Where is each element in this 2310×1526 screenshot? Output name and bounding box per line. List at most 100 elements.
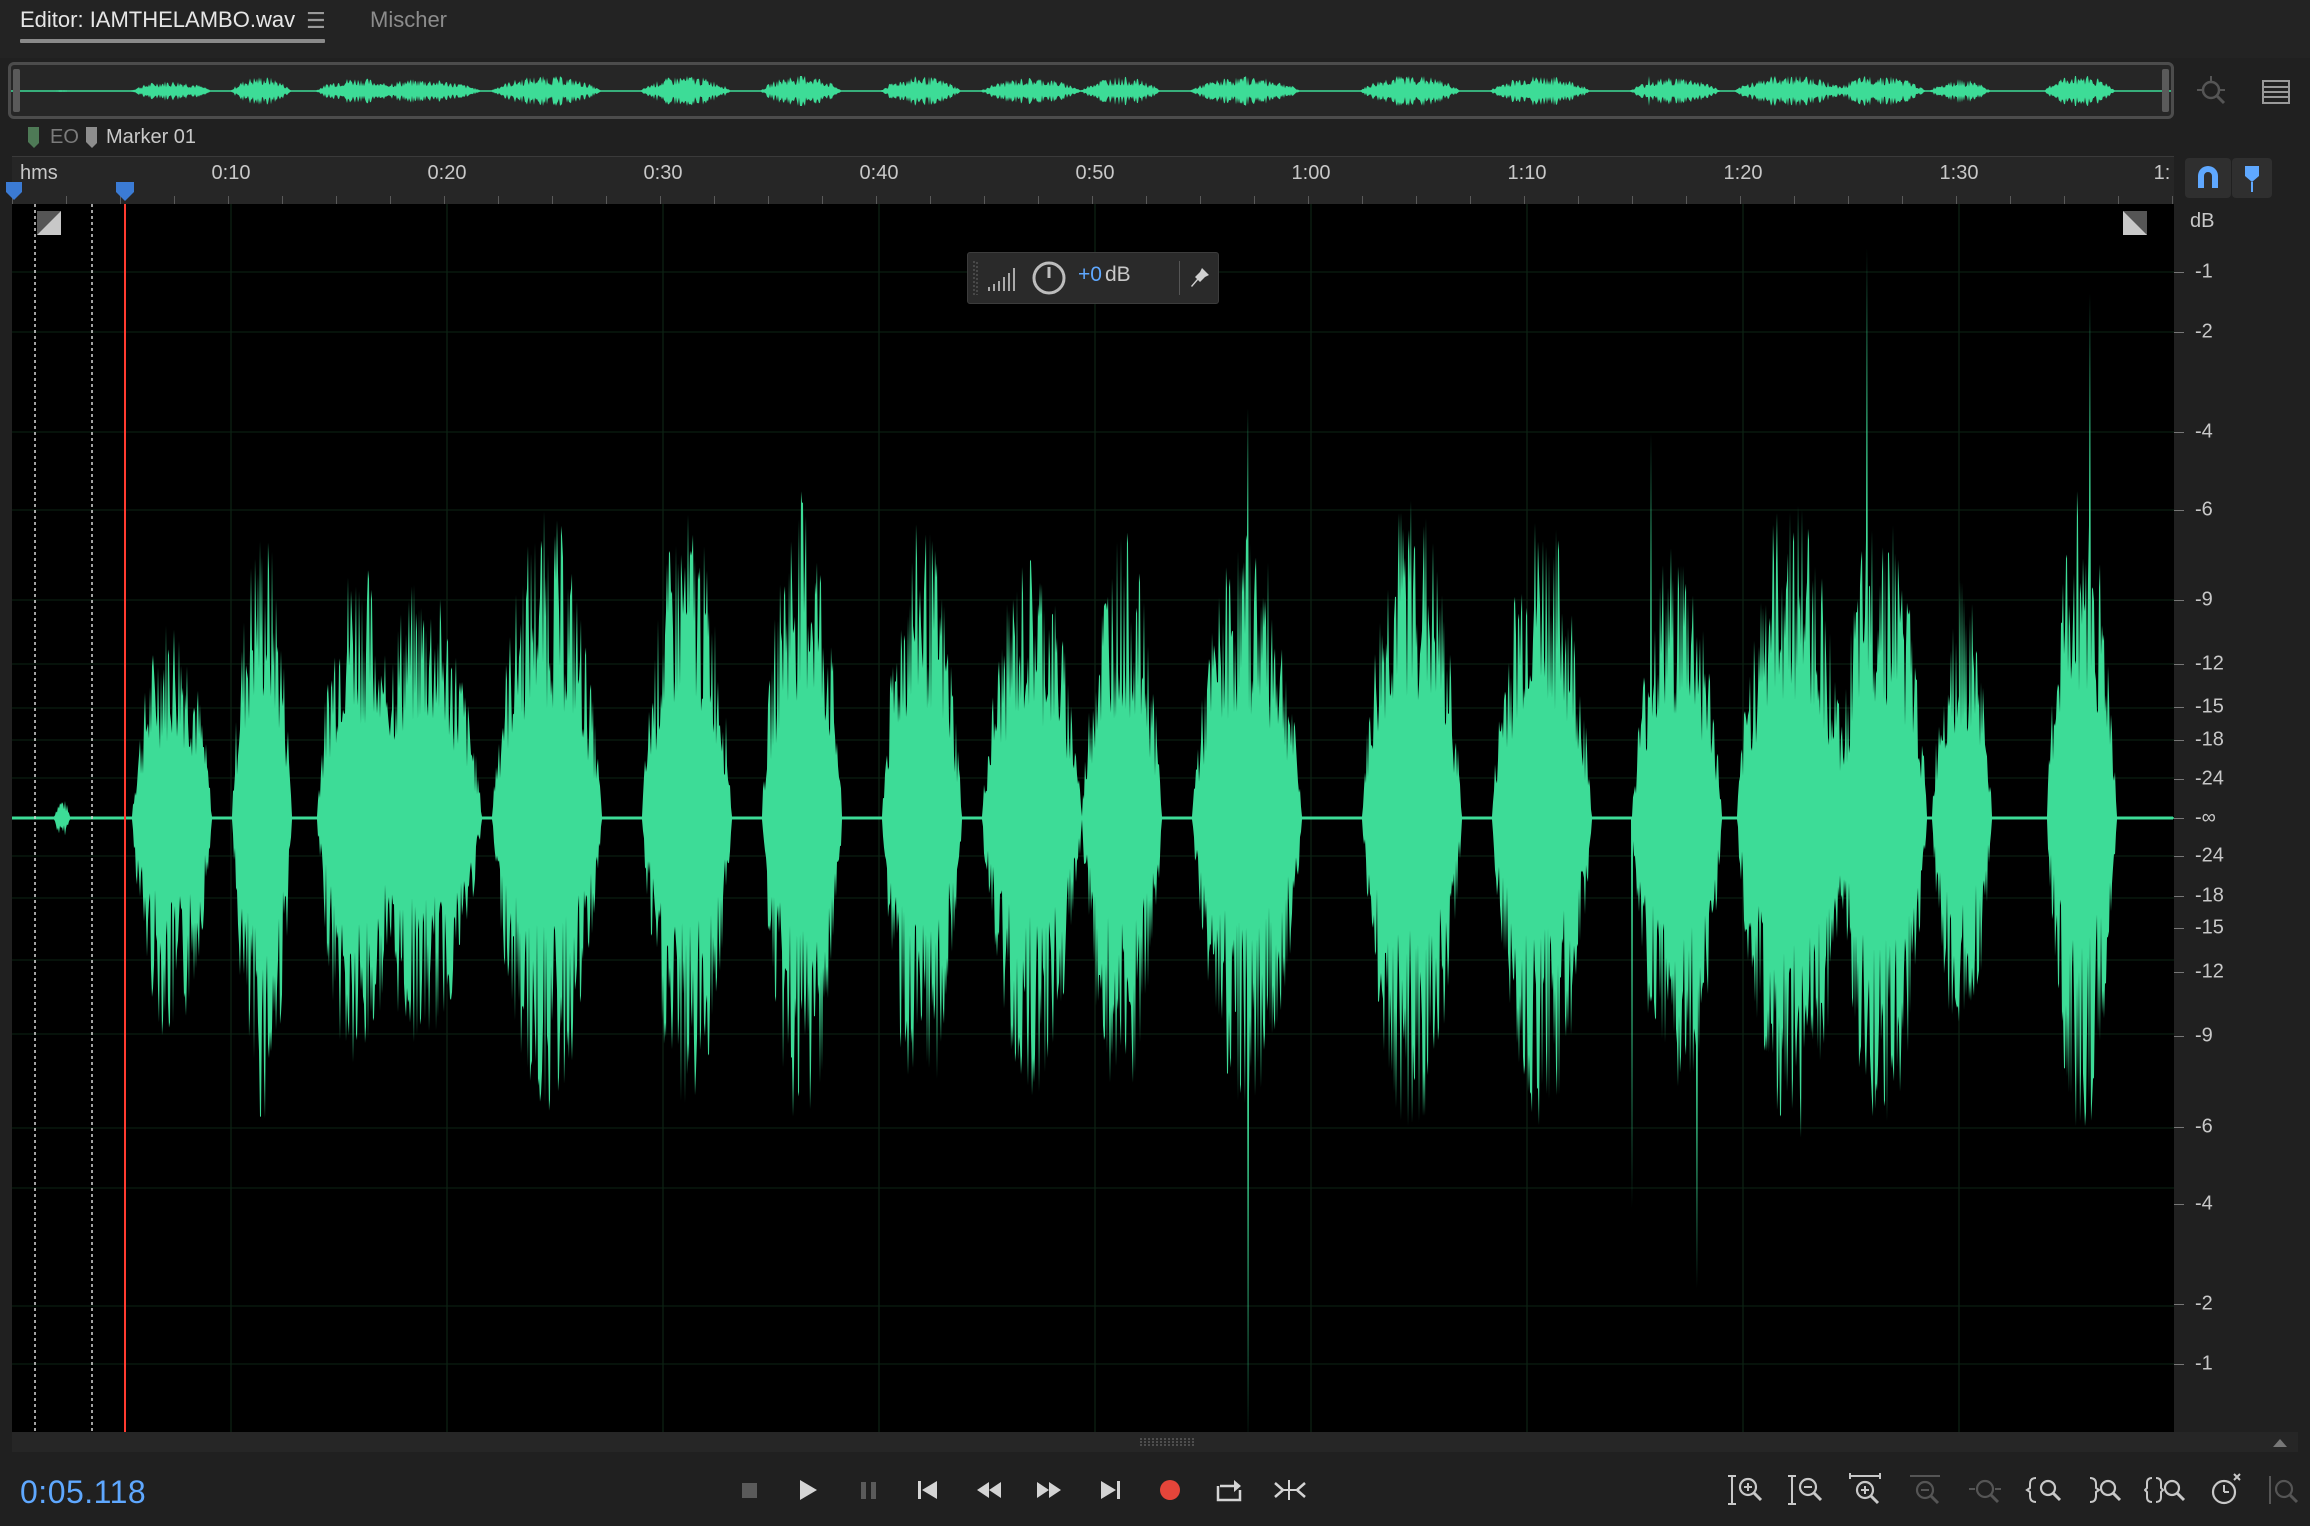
db-scale-tick bbox=[2174, 707, 2184, 708]
db-scale-tick bbox=[2174, 600, 2184, 601]
volume-hud[interactable]: +0 dB bbox=[967, 252, 1219, 304]
ruler-tick bbox=[282, 196, 283, 204]
waveform-display[interactable] bbox=[12, 204, 2174, 1432]
ruler-tick bbox=[2064, 196, 2065, 204]
ruler-tick bbox=[660, 196, 661, 204]
ruler-tick bbox=[1848, 196, 1849, 204]
volume-icon bbox=[988, 268, 1015, 291]
zoom-in-time-button[interactable] bbox=[1844, 1470, 1888, 1510]
playhead-handle-icon[interactable] bbox=[114, 180, 136, 202]
db-scale-tick bbox=[2174, 1364, 2184, 1365]
ruler-tick bbox=[930, 196, 931, 204]
db-scale-tick bbox=[2174, 1304, 2184, 1305]
zoom-out-time-button[interactable] bbox=[1904, 1470, 1948, 1510]
db-scale-label: -2 bbox=[2195, 320, 2213, 343]
db-scale-label: -24 bbox=[2195, 767, 2224, 790]
ruler-tick bbox=[552, 196, 553, 204]
hud-drag-grip-icon[interactable] bbox=[972, 261, 978, 295]
scroll-up-icon[interactable] bbox=[2270, 1434, 2290, 1450]
ruler-tick-label: 0:50 bbox=[1075, 162, 1115, 184]
ruler-tick bbox=[1254, 196, 1255, 204]
db-scale-tick bbox=[2174, 779, 2184, 780]
skip-to-start-button[interactable] bbox=[906, 1470, 952, 1510]
ruler-tick bbox=[336, 196, 337, 204]
volume-value[interactable]: +0 bbox=[1078, 263, 1102, 287]
ruler-tick bbox=[2010, 196, 2011, 204]
zoom-out-amplitude-button[interactable] bbox=[1784, 1470, 1828, 1510]
ruler-tick-label: 1:30 bbox=[1939, 162, 1979, 184]
overview-left-handle[interactable] bbox=[13, 69, 20, 112]
play-button[interactable] bbox=[785, 1470, 831, 1510]
scrollbar-grip-icon[interactable] bbox=[1140, 1436, 1194, 1448]
db-scale-label: -4 bbox=[2195, 1192, 2213, 1215]
snap-toggle-button[interactable] bbox=[2185, 158, 2231, 198]
waveform-canvas bbox=[12, 204, 2174, 1432]
waveform-overview[interactable] bbox=[8, 62, 2174, 119]
ruler-tick-label: 1: bbox=[2153, 162, 2171, 184]
db-scale-tick bbox=[2174, 856, 2184, 857]
pin-icon[interactable] bbox=[1188, 265, 1212, 291]
ruler-tick bbox=[2118, 196, 2119, 204]
ruler-tick bbox=[1146, 196, 1147, 204]
fast-forward-button[interactable] bbox=[1026, 1470, 1072, 1510]
db-scale-tick bbox=[2174, 972, 2184, 973]
db-scale-tick bbox=[2174, 332, 2184, 333]
loop-playback-button[interactable] bbox=[1206, 1470, 1252, 1510]
db-scale-label: -1 bbox=[2195, 1352, 2213, 1375]
record-button[interactable] bbox=[1147, 1470, 1193, 1510]
ruler-tick bbox=[1578, 196, 1579, 204]
marker-01-label[interactable]: Marker 01 bbox=[106, 126, 196, 149]
fade-out-handle-icon[interactable] bbox=[2122, 210, 2148, 236]
panel-menu-icon[interactable] bbox=[2255, 72, 2295, 112]
tab-mixer[interactable]: Mischer bbox=[370, 6, 447, 34]
ruler-units-label: hms bbox=[20, 162, 58, 184]
volume-knob[interactable] bbox=[1030, 259, 1068, 297]
zoom-reset-button[interactable] bbox=[2262, 1470, 2306, 1510]
ruler-tick bbox=[174, 196, 175, 204]
volume-unit: dB bbox=[1105, 263, 1131, 286]
marker-01-flag-icon[interactable] bbox=[86, 127, 97, 149]
selection-start-handle-icon[interactable] bbox=[4, 180, 24, 202]
current-time-display[interactable]: 0:05.118 bbox=[20, 1474, 146, 1511]
zoom-in-amplitude-button[interactable] bbox=[1724, 1470, 1768, 1510]
ruler-tick bbox=[768, 196, 769, 204]
db-scale-label: -15 bbox=[2195, 916, 2224, 939]
add-marker-button[interactable] bbox=[2232, 158, 2272, 198]
pause-button[interactable] bbox=[846, 1470, 892, 1510]
tab-menu-icon[interactable]: ☰ bbox=[306, 8, 326, 34]
ruler-tick bbox=[1200, 196, 1201, 204]
skip-selection-button[interactable] bbox=[1267, 1470, 1313, 1510]
db-scale-tick bbox=[2174, 1036, 2184, 1037]
overview-right-handle[interactable] bbox=[2162, 69, 2169, 112]
ruler-tick bbox=[444, 196, 445, 204]
marker-eo-flag-icon[interactable] bbox=[28, 127, 39, 149]
fade-in-handle-icon[interactable] bbox=[36, 210, 62, 236]
db-scale-tick bbox=[2174, 1127, 2184, 1128]
ruler-tick-label: 0:20 bbox=[427, 162, 467, 184]
skip-to-end-button[interactable] bbox=[1087, 1470, 1133, 1510]
zoom-to-selected-clips-button[interactable] bbox=[2204, 1470, 2248, 1510]
db-scale-tick bbox=[2174, 664, 2184, 665]
overview-waveform bbox=[11, 76, 2171, 106]
db-scale-label: -4 bbox=[2195, 420, 2213, 443]
stop-button[interactable] bbox=[726, 1470, 772, 1510]
ruler-tick bbox=[390, 196, 391, 204]
zoom-in-to-in-point-button[interactable] bbox=[2024, 1470, 2068, 1510]
db-scale-tick bbox=[2174, 896, 2184, 897]
zoom-out-full-button[interactable] bbox=[1964, 1470, 2008, 1510]
zoom-to-selection-button[interactable] bbox=[2144, 1470, 2188, 1510]
db-scale-tick bbox=[2174, 818, 2184, 819]
db-scale-label: -9 bbox=[2195, 588, 2213, 611]
ruler-tick bbox=[1092, 196, 1093, 204]
ruler-tick-label: 0:40 bbox=[859, 162, 899, 184]
marker-eo-label[interactable]: EO bbox=[50, 126, 79, 149]
zoom-selection-icon[interactable] bbox=[2193, 72, 2233, 112]
db-scale-label: -∞ bbox=[2195, 806, 2216, 829]
ruler-tick bbox=[1632, 196, 1633, 204]
zoom-in-to-out-point-button[interactable] bbox=[2084, 1470, 2128, 1510]
db-scale-tick bbox=[2174, 510, 2184, 511]
ruler-tick-label: 1:10 bbox=[1507, 162, 1547, 184]
active-tab-indicator bbox=[20, 39, 325, 43]
rewind-button[interactable] bbox=[967, 1470, 1013, 1510]
tab-editor[interactable]: Editor: IAMTHELAMBO.wav bbox=[20, 6, 295, 34]
